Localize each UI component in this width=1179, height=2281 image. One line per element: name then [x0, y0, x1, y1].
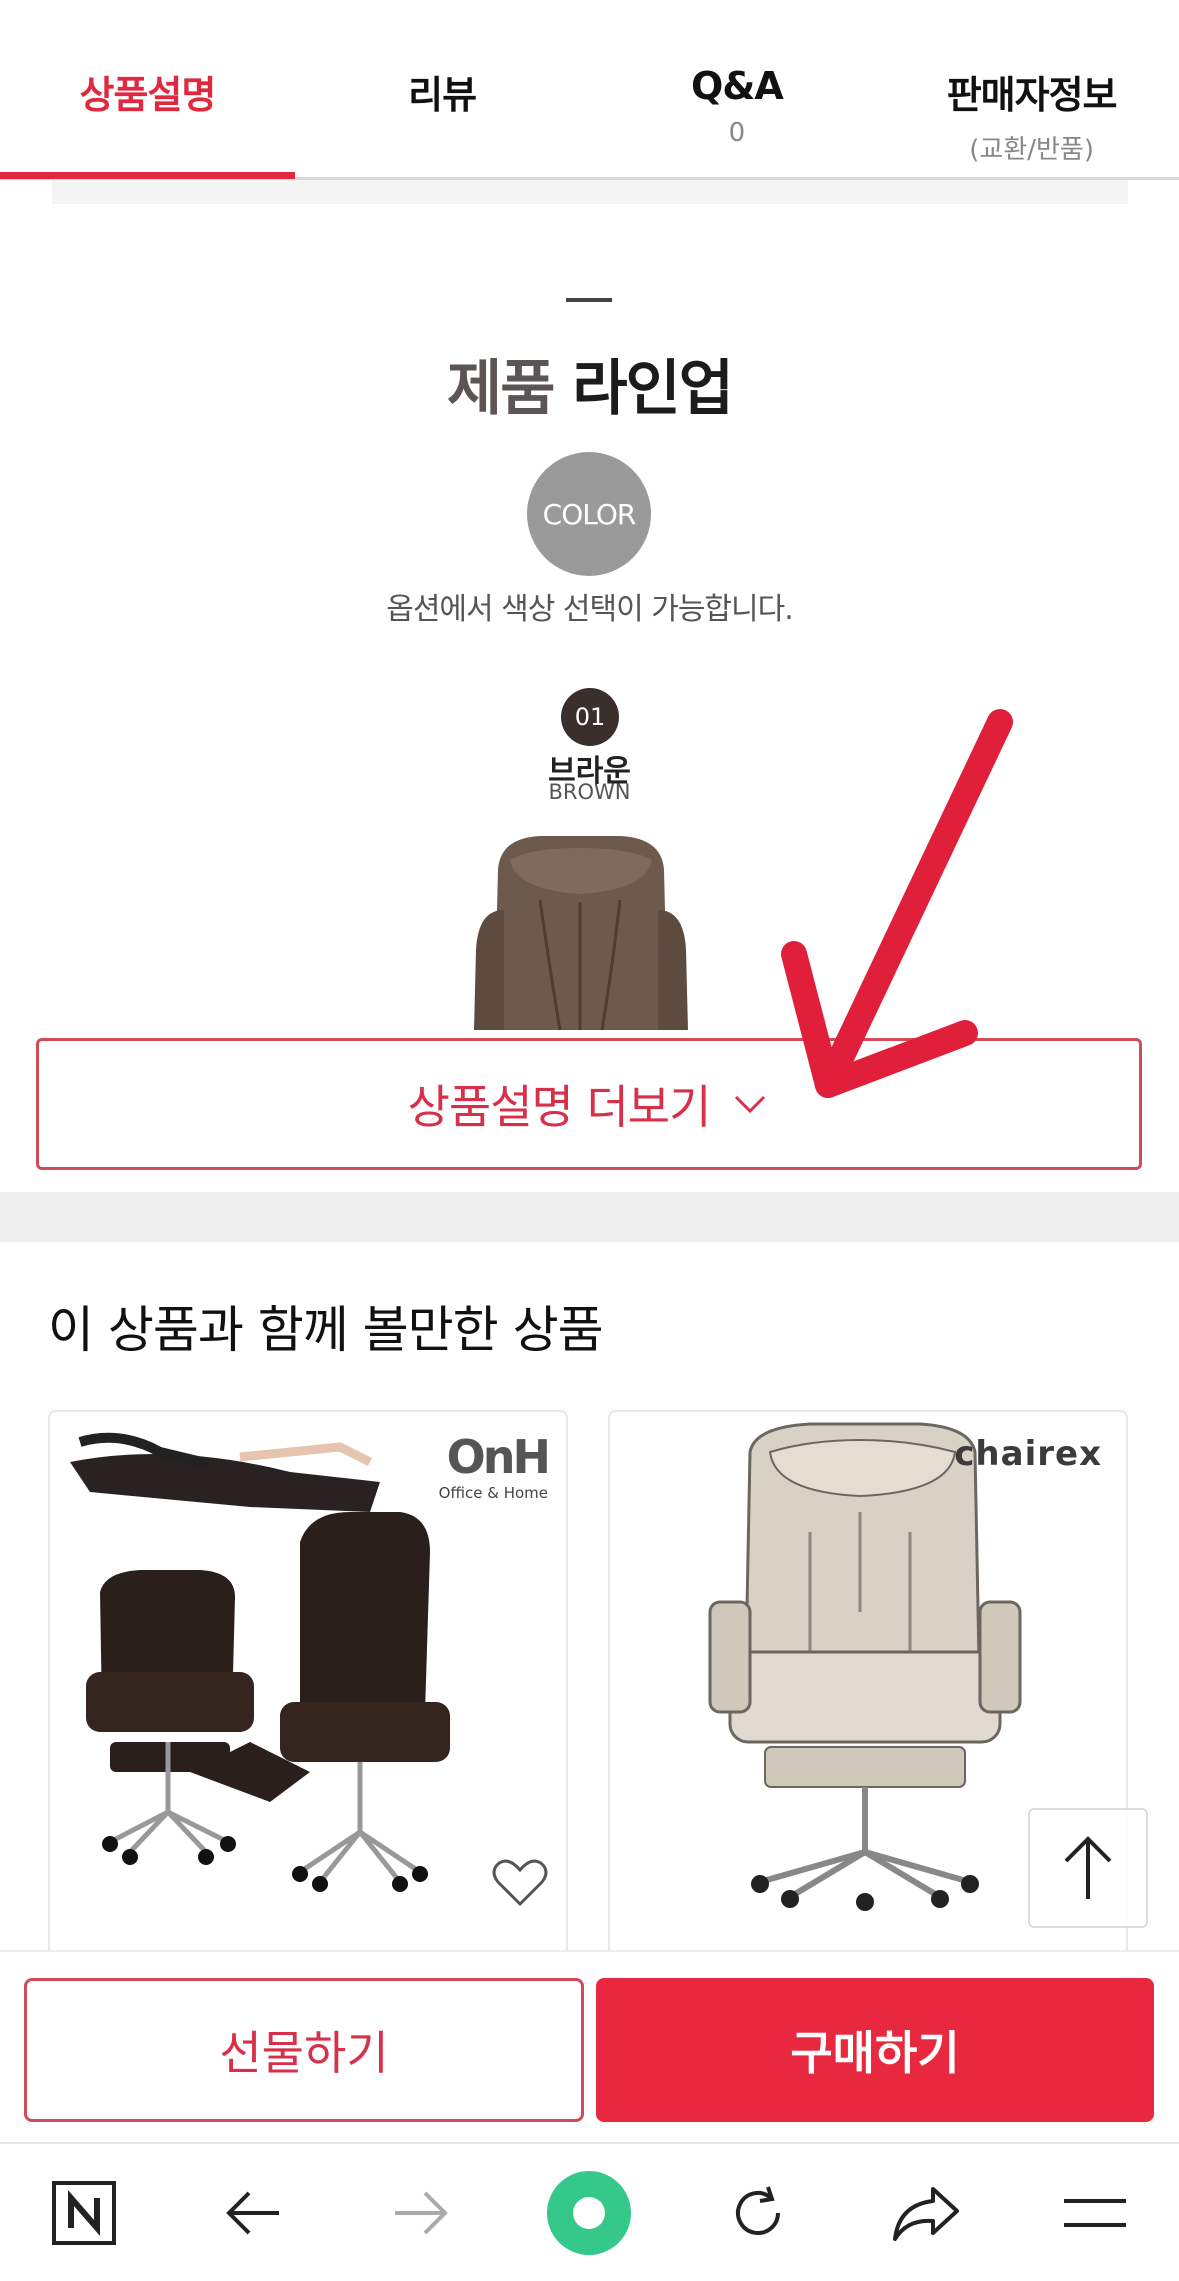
green-dot-button[interactable] [539, 2163, 639, 2263]
tab-reviews-label: 리뷰 [408, 73, 477, 117]
brand-logo-onh: OnH Office & Home [438, 1430, 551, 1502]
section-dash [566, 298, 612, 302]
back-button[interactable] [203, 2163, 303, 2263]
refresh-button[interactable] [708, 2163, 808, 2263]
buy-button[interactable]: 구매하기 [596, 1978, 1154, 2122]
scroll-top-button[interactable] [1028, 1808, 1148, 1928]
color-note: 옵션에서 색상 선택이 가능합니다. [386, 592, 794, 627]
tab-description-label: 상품설명 [79, 73, 216, 117]
image-strip [52, 180, 1128, 204]
share-icon [893, 2186, 960, 2241]
forward-button[interactable] [371, 2163, 471, 2263]
menu-button[interactable] [1045, 2163, 1145, 2263]
naver-home-button[interactable] [34, 2163, 134, 2263]
share-button[interactable] [876, 2163, 976, 2263]
refresh-icon [735, 2185, 780, 2235]
related-product-card[interactable]: OnH Office & Home [48, 1410, 568, 1970]
browser-navigation-bar [0, 2142, 1179, 2281]
scroll-top-icon [1064, 1836, 1112, 1899]
active-tab-indicator [0, 172, 295, 179]
brand-logo-text: OnH [446, 1430, 551, 1484]
forward-arrow-icon [395, 2191, 448, 2234]
more-description-label: 상품설명 더보기 [407, 1080, 712, 1134]
brand-logo-sub: Office & Home [438, 1484, 548, 1502]
naver-home-icon [52, 2180, 117, 2245]
color-badge: COLOR [527, 452, 651, 576]
green-dot-icon [547, 2170, 632, 2255]
gift-button[interactable]: 선물하기 [24, 1978, 584, 2122]
product-tabs: 상품설명 리뷰 Q&A 0 판매자정보 (교환/반품) [0, 0, 1179, 180]
lineup-title-a: 제품 [447, 354, 555, 424]
related-products-title: 이 상품과 함께 볼만한 상품 [48, 1301, 604, 1359]
lineup-title-b: 라인업 [572, 354, 734, 424]
tab-qna[interactable]: Q&A 0 [590, 0, 885, 177]
red-arrow-annotation [781, 709, 1013, 1098]
option-number-badge: 01 [561, 688, 619, 746]
menu-icon [1063, 2198, 1126, 2227]
tab-seller-info[interactable]: 판매자정보 (교환/반품) [884, 0, 1179, 177]
tab-seller-info-sub: (교환/반품) [969, 135, 1094, 165]
purchase-bar: 선물하기 구매하기 [0, 1950, 1179, 2140]
section-separator [0, 1192, 1179, 1242]
tab-description[interactable]: 상품설명 [0, 0, 295, 177]
heart-icon[interactable] [490, 1854, 550, 1910]
tab-qna-count: 0 [728, 118, 746, 148]
lineup-title: 제품 라인업 [0, 340, 1179, 427]
back-arrow-icon [225, 2191, 279, 2234]
tab-seller-info-label: 판매자정보 [946, 73, 1118, 117]
brand-logo-chairex: chairex [954, 1434, 1102, 1474]
tab-reviews[interactable]: 리뷰 [295, 0, 590, 177]
tab-qna-label: Q&A [690, 64, 784, 108]
